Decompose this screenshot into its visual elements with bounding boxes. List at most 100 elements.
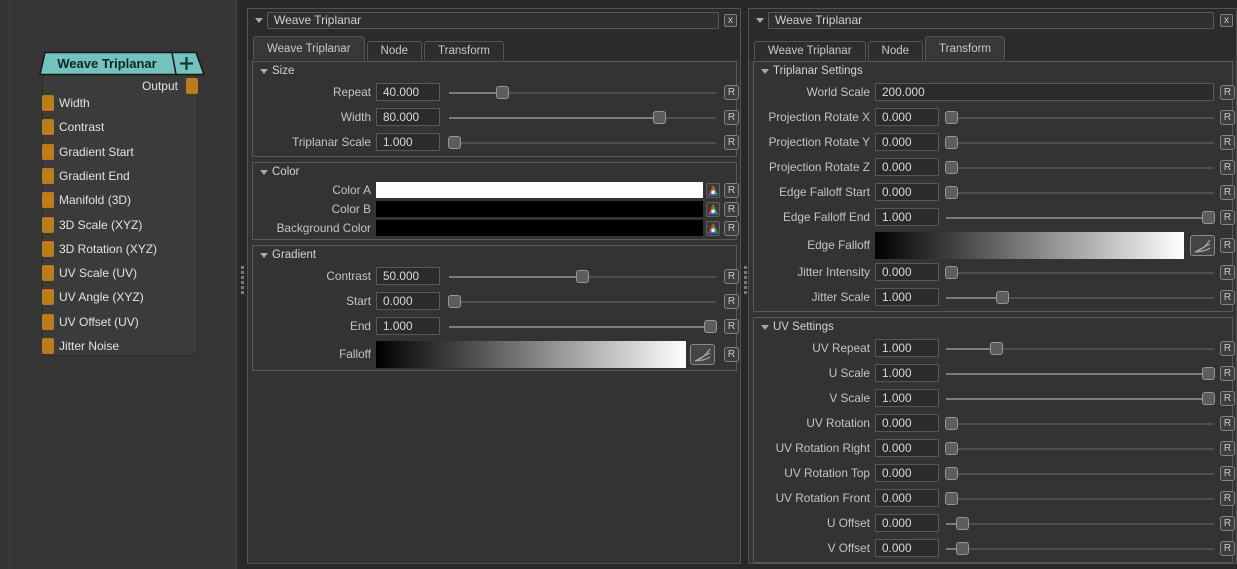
input-port-uv-offset-uv[interactable] xyxy=(42,314,54,330)
reset-button[interactable]: R xyxy=(1220,238,1235,253)
node-header[interactable]: Weave Triplanar xyxy=(36,50,208,77)
reset-button[interactable]: R xyxy=(724,347,739,362)
color-swatch[interactable] xyxy=(376,201,703,217)
slider-track[interactable] xyxy=(946,523,1214,525)
reset-button[interactable]: R xyxy=(724,183,739,198)
curve-editor-button[interactable] xyxy=(1190,235,1215,256)
node-body[interactable]: OutputWidthContrastGradient StartGradien… xyxy=(42,72,198,356)
collapse-arrow-icon[interactable] xyxy=(761,325,769,330)
slider-handle[interactable] xyxy=(576,270,589,283)
slider-handle[interactable] xyxy=(956,517,969,530)
slider-track[interactable] xyxy=(946,167,1214,169)
reset-button[interactable]: R xyxy=(724,110,739,125)
slider-handle[interactable] xyxy=(945,467,958,480)
slider-handle[interactable] xyxy=(990,342,1003,355)
reset-button[interactable]: R xyxy=(1220,541,1235,556)
node-graph-panel[interactable]: OutputWidthContrastGradient StartGradien… xyxy=(0,0,237,569)
slider-track[interactable] xyxy=(946,473,1214,475)
reset-button[interactable]: R xyxy=(724,202,739,217)
reset-button[interactable]: R xyxy=(724,319,739,334)
collapse-arrow-icon[interactable] xyxy=(260,253,268,258)
input-port-manifold-3d[interactable] xyxy=(42,192,54,208)
slider-track[interactable] xyxy=(946,498,1214,500)
reset-button[interactable]: R xyxy=(724,269,739,284)
color-picker-button[interactable] xyxy=(706,221,720,236)
value-field[interactable]: 1.000 xyxy=(376,317,440,335)
reset-button[interactable]: R xyxy=(724,294,739,309)
reset-button[interactable]: R xyxy=(724,135,739,150)
reset-button[interactable]: R xyxy=(1220,441,1235,456)
tab-node[interactable]: Node xyxy=(367,41,423,60)
value-field[interactable]: 0.000 xyxy=(875,158,939,176)
slider-handle[interactable] xyxy=(704,320,717,333)
value-field[interactable]: 1.000 xyxy=(875,389,939,407)
slider-track[interactable] xyxy=(946,192,1214,194)
input-port-3d-scale-xyz[interactable] xyxy=(42,217,54,233)
color-picker-button[interactable] xyxy=(706,202,720,217)
slider-handle[interactable] xyxy=(945,186,958,199)
input-port-3d-rotation-xyz[interactable] xyxy=(42,241,54,257)
color-swatch[interactable] xyxy=(376,182,703,198)
close-icon[interactable]: x xyxy=(1220,14,1233,27)
reset-button[interactable]: R xyxy=(1220,85,1235,100)
tab-transform[interactable]: Transform xyxy=(424,41,504,60)
tab-weave-triplanar[interactable]: Weave Triplanar xyxy=(253,36,365,60)
node-title[interactable]: Weave Triplanar xyxy=(57,56,156,71)
collapse-arrow-icon[interactable] xyxy=(761,69,769,74)
value-field[interactable]: 1.000 xyxy=(875,364,939,382)
value-field[interactable]: 50.000 xyxy=(376,267,440,285)
value-field[interactable]: 1.000 xyxy=(875,288,939,306)
weave-triplanar-node[interactable]: OutputWidthContrastGradient StartGradien… xyxy=(0,0,237,569)
panel-title-field[interactable]: Weave Triplanar xyxy=(768,12,1214,29)
slider-track[interactable] xyxy=(946,272,1214,274)
value-field[interactable]: 0.000 xyxy=(875,464,939,482)
reset-button[interactable]: R xyxy=(1220,110,1235,125)
panel-title-field[interactable]: Weave Triplanar xyxy=(267,12,719,29)
reset-button[interactable]: R xyxy=(1220,265,1235,280)
collapse-arrow-icon[interactable] xyxy=(260,170,268,175)
value-field[interactable]: 0.000 xyxy=(875,539,939,557)
slider-handle[interactable] xyxy=(1202,211,1215,224)
slider-track[interactable] xyxy=(946,448,1214,450)
input-port-width[interactable] xyxy=(42,95,54,111)
tab-transform[interactable]: Transform xyxy=(925,36,1005,60)
reset-button[interactable]: R xyxy=(1220,160,1235,175)
tab-weave-triplanar[interactable]: Weave Triplanar xyxy=(754,41,866,60)
slider-handle[interactable] xyxy=(945,417,958,430)
input-port-uv-angle-xyz[interactable] xyxy=(42,289,54,305)
slider-track[interactable] xyxy=(946,548,1214,550)
input-port-uv-scale-uv[interactable] xyxy=(42,265,54,281)
value-field[interactable]: 0.000 xyxy=(875,414,939,432)
slider-handle[interactable] xyxy=(448,136,461,149)
value-field[interactable]: 0.000 xyxy=(875,439,939,457)
color-swatch[interactable] xyxy=(376,220,703,236)
value-field[interactable]: 0.000 xyxy=(875,263,939,281)
value-field[interactable]: 0.000 xyxy=(875,489,939,507)
slider-handle[interactable] xyxy=(1202,392,1215,405)
reset-button[interactable]: R xyxy=(1220,516,1235,531)
collapse-arrow-icon[interactable] xyxy=(260,69,268,74)
slider-handle[interactable] xyxy=(945,111,958,124)
value-field[interactable]: 1.000 xyxy=(376,133,440,151)
tab-node[interactable]: Node xyxy=(868,41,924,60)
value-field[interactable]: 40.000 xyxy=(376,83,440,101)
slider-handle[interactable] xyxy=(496,86,509,99)
slider-track[interactable] xyxy=(449,301,716,303)
value-field[interactable]: 0.000 xyxy=(875,183,939,201)
reset-button[interactable]: R xyxy=(724,85,739,100)
value-field[interactable]: 80.000 xyxy=(376,108,440,126)
slider-handle[interactable] xyxy=(1202,367,1215,380)
collapse-arrow-icon[interactable] xyxy=(756,18,764,23)
output-port[interactable] xyxy=(186,78,198,94)
close-icon[interactable]: x xyxy=(724,14,737,27)
slider-track[interactable] xyxy=(946,142,1214,144)
reset-button[interactable]: R xyxy=(1220,466,1235,481)
value-field[interactable]: 1.000 xyxy=(875,208,939,226)
gradient-ramp[interactable] xyxy=(376,341,686,368)
collapse-arrow-icon[interactable] xyxy=(255,18,263,23)
value-field[interactable]: 0.000 xyxy=(875,133,939,151)
reset-button[interactable]: R xyxy=(1220,135,1235,150)
splitter-handle[interactable] xyxy=(744,266,747,296)
slider-handle[interactable] xyxy=(945,492,958,505)
slider-handle[interactable] xyxy=(945,266,958,279)
